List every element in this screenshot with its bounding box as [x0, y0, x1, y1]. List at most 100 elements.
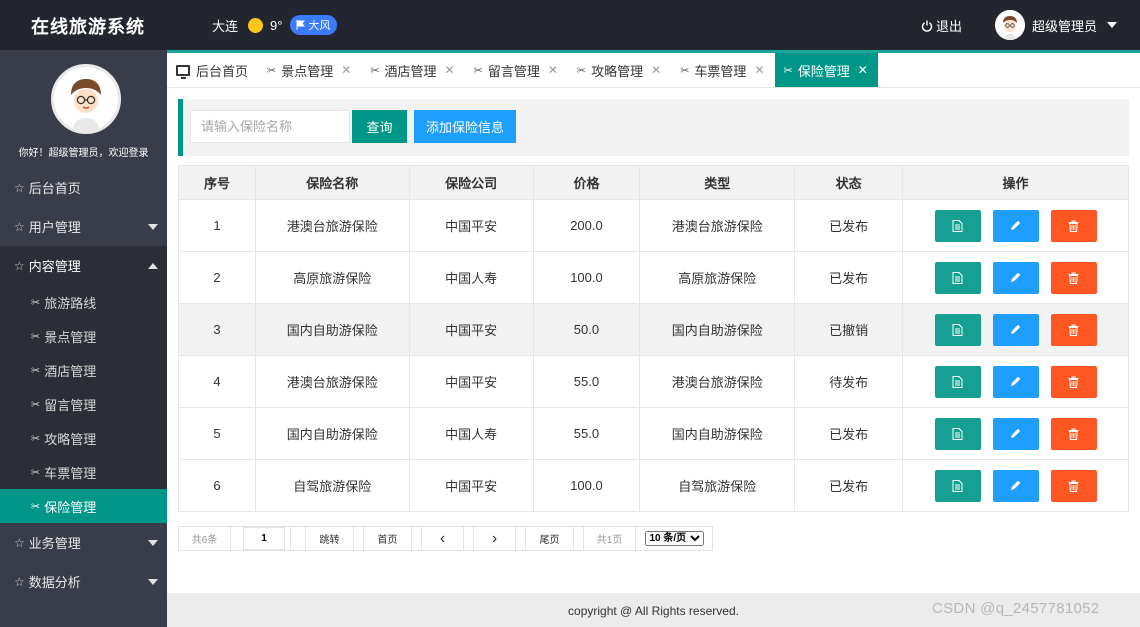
tab-guides[interactable]: ✂ 攻略管理 ✕: [568, 53, 671, 87]
tab-hotel[interactable]: ✂ 酒店管理 ✕: [361, 53, 464, 87]
sidebar-menu: ☆ 后台首页 ☆ 用户管理 ☆ 内容管理 ✂ 旅游路线 ✂ 景点管理 ✂ 酒店管理 ✂…: [0, 168, 167, 601]
sidebar-item-business[interactable]: ☆ 业务管理: [0, 523, 167, 562]
tab-insurance[interactable]: ✂ 保险管理 ✕: [774, 53, 878, 87]
tab-tickets[interactable]: ✂ 车票管理 ✕: [671, 53, 774, 87]
edit-button[interactable]: [992, 417, 1039, 450]
insurance-price: 200.0: [532, 199, 641, 252]
trash-icon: [1068, 220, 1079, 232]
edit-button[interactable]: [992, 313, 1039, 346]
weather-city: 大连: [212, 18, 239, 34]
tab-home[interactable]: 后台首页: [167, 53, 258, 87]
table-row: 5 国内自助游保险 中国人寿 55.0 国内自助游保险 已发布: [178, 407, 1129, 460]
sidebar-item-users[interactable]: ☆ 用户管理: [0, 207, 167, 246]
close-icon[interactable]: ✕: [341, 63, 351, 77]
close-icon[interactable]: ✕: [445, 63, 455, 77]
weather-widget: 大连 9° 大风: [212, 15, 338, 35]
table-row: 1 港澳台旅游保险 中国平安 200.0 港澳台旅游保险 已发布: [178, 199, 1129, 252]
sidebar-subitem-label: 攻略管理: [44, 431, 97, 447]
sidebar-subitem-label: 保险管理: [44, 499, 97, 515]
delete-button[interactable]: [1050, 417, 1097, 450]
tab-messages[interactable]: ✂ 留言管理 ✕: [465, 53, 568, 87]
row-number: 2: [178, 251, 256, 304]
table-row: 4 港澳台旅游保险 中国平安 55.0 港澳台旅游保险 待发布: [178, 355, 1129, 408]
delete-button[interactable]: [1050, 261, 1097, 294]
view-button[interactable]: [934, 313, 981, 346]
chevron-up-icon: [148, 263, 158, 269]
row-number: 5: [178, 407, 256, 460]
close-icon[interactable]: ✕: [548, 63, 558, 77]
trash-icon: [1068, 480, 1079, 492]
row-number: 4: [178, 355, 256, 408]
view-button[interactable]: [934, 417, 981, 450]
user-name: 超级管理员: [1032, 18, 1098, 34]
first-page-button[interactable]: 首页: [364, 527, 412, 550]
pencil-icon: [1011, 272, 1021, 282]
delete-button[interactable]: [1050, 365, 1097, 398]
sidebar-subitem-guides[interactable]: ✂ 攻略管理: [0, 421, 167, 455]
sidebar-subitem-routes[interactable]: ✂ 旅游路线: [0, 285, 167, 319]
monitor-icon: [176, 64, 190, 79]
edit-button[interactable]: [992, 469, 1039, 502]
close-icon[interactable]: ✕: [858, 63, 868, 77]
view-button[interactable]: [934, 469, 981, 502]
star-icon: ☆: [14, 219, 25, 234]
page-input[interactable]: [243, 527, 285, 550]
view-button[interactable]: [934, 261, 981, 294]
logout-button[interactable]: 退出: [921, 16, 962, 35]
view-button[interactable]: [934, 209, 981, 242]
view-button[interactable]: [934, 365, 981, 398]
edit-button[interactable]: [992, 261, 1039, 294]
edit-button[interactable]: [992, 365, 1039, 398]
chevron-right-icon: ›: [491, 529, 498, 547]
sidebar-subitem-insurance[interactable]: ✂ 保险管理: [0, 489, 167, 523]
search-input[interactable]: [190, 110, 350, 143]
close-icon[interactable]: ✕: [754, 63, 764, 77]
sidebar-subitem-tickets[interactable]: ✂ 车票管理: [0, 455, 167, 489]
tool-icon: ✂: [576, 64, 587, 77]
flag-icon: [296, 20, 306, 30]
sidebar-item-content[interactable]: ☆ 内容管理: [0, 246, 167, 285]
per-page-select[interactable]: 10 条/页: [644, 531, 704, 546]
sidebar-subitem-messages[interactable]: ✂ 留言管理: [0, 387, 167, 421]
tab-scenic[interactable]: ✂ 景点管理 ✕: [258, 53, 361, 87]
sidebar-item-home[interactable]: ☆ 后台首页: [0, 168, 167, 207]
sidebar-item-analytics[interactable]: ☆ 数据分析: [0, 562, 167, 601]
next-page-button[interactable]: ›: [474, 527, 516, 550]
delete-button[interactable]: [1050, 209, 1097, 242]
sidebar-subitem-scenic[interactable]: ✂ 景点管理: [0, 319, 167, 353]
edit-button[interactable]: [992, 209, 1039, 242]
insurance-company: 中国平安: [408, 459, 534, 512]
document-icon: [952, 323, 963, 336]
search-button[interactable]: 查询: [352, 110, 407, 143]
insurance-type: 港澳台旅游保险: [639, 199, 796, 252]
sidebar: 你好！超级管理员，欢迎登录 ☆ 后台首页 ☆ 用户管理 ☆ 内容管理 ✂ 旅游路线…: [0, 50, 167, 627]
chevron-down-icon: [148, 540, 158, 546]
jump-button[interactable]: 跳转: [306, 527, 354, 550]
insurance-status: 已撤销: [794, 303, 904, 356]
insurance-company: 中国人寿: [408, 251, 534, 304]
pencil-icon: [1011, 428, 1021, 438]
insurance-name: 港澳台旅游保险: [254, 355, 410, 408]
last-page-button[interactable]: 尾页: [526, 527, 574, 550]
insurance-name: 港澳台旅游保险: [254, 199, 410, 252]
sidebar-subitem-hotel[interactable]: ✂ 酒店管理: [0, 353, 167, 387]
tool-icon: ✂: [31, 466, 41, 479]
insurance-table: 序号 保险名称 保险公司 价格 类型 状态 操作 1 港澳台旅游保险 中国平安 200…: [178, 165, 1129, 512]
star-icon: ☆: [14, 574, 25, 589]
add-insurance-button[interactable]: 添加保险信息: [414, 110, 516, 143]
insurance-name: 国内自助游保险: [254, 407, 410, 460]
sidebar-subitem-label: 车票管理: [44, 465, 97, 481]
chevron-down-icon: [1107, 22, 1118, 28]
delete-button[interactable]: [1050, 313, 1097, 346]
pager-spacer: [354, 527, 364, 550]
close-icon[interactable]: ✕: [651, 63, 661, 77]
pagination: 共6条 跳转 首页 ‹ › 尾页 共1页 10 条/页: [178, 526, 713, 551]
delete-button[interactable]: [1050, 469, 1097, 502]
insurance-name: 国内自助游保险: [254, 303, 410, 356]
sidebar-subitem-label: 旅游路线: [44, 295, 97, 311]
table-row: 2 高原旅游保险 中国人寿 100.0 高原旅游保险 已发布: [178, 251, 1129, 304]
tool-icon: ✂: [370, 64, 380, 77]
prev-page-button[interactable]: ‹: [422, 527, 464, 550]
tab-label: 景点管理: [281, 63, 334, 79]
user-menu[interactable]: 超级管理员: [995, 10, 1118, 40]
